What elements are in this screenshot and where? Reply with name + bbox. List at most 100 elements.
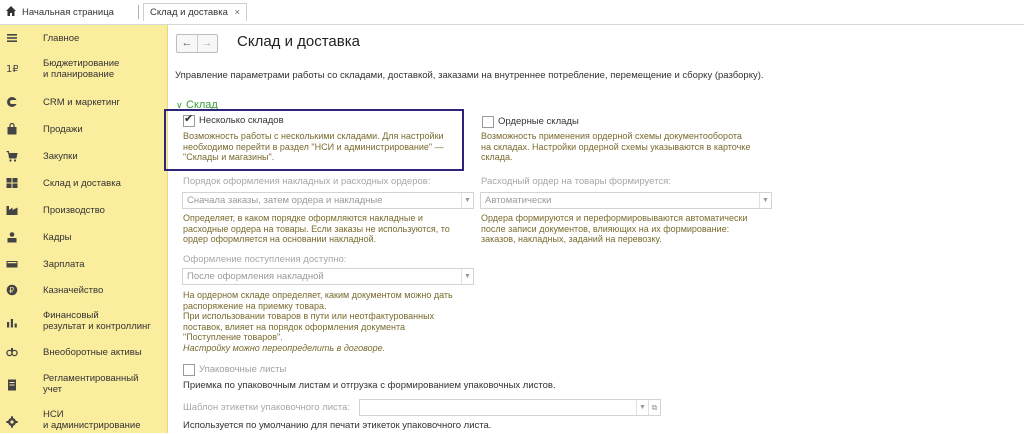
bag-icon bbox=[7, 123, 17, 135]
hint-line: При использовании товаров в пути или нео… bbox=[183, 311, 435, 321]
hint-line: "Поступление товаров". bbox=[183, 332, 283, 342]
forward-arrow-icon[interactable]: → bbox=[197, 35, 217, 52]
packing-lists-hint: Приемка по упаковочным листам и отгрузка… bbox=[183, 380, 556, 391]
hint-line: необходимо перейти в раздел "НСИ и админ… bbox=[183, 141, 444, 152]
order-procedure-value: Сначала заказы, затем ордера и накладные bbox=[187, 195, 383, 206]
sidebar-item-regulated-accounting[interactable]: Регламентированный учет bbox=[0, 370, 167, 398]
sidebar-item-hr[interactable]: Кадры bbox=[0, 228, 167, 248]
outgoing-order-label: Расходный ордер на товары формируется: bbox=[481, 176, 671, 187]
sidebar-item-crm[interactable]: CRM и маркетинг bbox=[0, 93, 167, 113]
sidebar-item-label: Кадры bbox=[43, 232, 72, 243]
label-template-label: Шаблон этикетки упаковочного листа: bbox=[183, 402, 350, 413]
page-description: Управление параметрами работы со складам… bbox=[175, 70, 764, 81]
sidebar-item-purchases[interactable]: Закупки bbox=[0, 147, 167, 167]
order-procedure-select[interactable]: Сначала заказы, затем ордера и накладные… bbox=[182, 192, 474, 209]
cart-icon bbox=[6, 151, 18, 162]
receipt-hint-italic: Настройку можно переопределить в договор… bbox=[183, 342, 386, 353]
sidebar-item-label: Склад и доставка bbox=[43, 178, 121, 189]
dropdown-arrow-icon[interactable]: ▼ bbox=[759, 193, 771, 208]
sidebar: Главное 1₽ Бюджетирование и планирование… bbox=[0, 25, 168, 433]
multi-warehouse-hint: Возможность работы с несколькими складам… bbox=[183, 131, 444, 163]
svg-text:1₽: 1₽ bbox=[6, 64, 18, 74]
packing-lists-label: Упаковочные листы bbox=[199, 364, 287, 375]
sidebar-item-label: Закупки bbox=[43, 151, 78, 162]
order-procedure-hint: Определяет, в каком порядке оформляются … bbox=[183, 213, 450, 245]
sidebar-item-nsi-admin[interactable]: НСИ и администрирование bbox=[0, 406, 167, 434]
sidebar-item-label: Казначейство bbox=[43, 285, 104, 296]
sidebar-item-label: Финансовый результат и контроллинг bbox=[43, 310, 151, 332]
order-warehouse-label: Ордерные склады bbox=[498, 116, 579, 127]
multi-warehouse-label: Несколько складов bbox=[199, 115, 284, 126]
dropdown-arrow-icon[interactable]: ▼ bbox=[461, 269, 473, 284]
dropdown-arrow-icon[interactable]: ▼ bbox=[461, 193, 473, 208]
crm-icon bbox=[7, 97, 18, 107]
sidebar-item-budgeting[interactable]: 1₽ Бюджетирование и планирование bbox=[0, 54, 167, 82]
sidebar-item-fixed-assets[interactable]: Внеоборотные активы bbox=[0, 343, 167, 363]
hint-line: Возможность работы с несколькими складам… bbox=[183, 131, 444, 141]
outgoing-order-select[interactable]: Автоматически ▼ bbox=[480, 192, 772, 209]
svg-text:₽: ₽ bbox=[9, 286, 14, 295]
hint-line: Ордера формируются и переформировываются… bbox=[481, 213, 748, 223]
multi-warehouse-checkbox[interactable]: ✔ bbox=[183, 113, 195, 127]
back-arrow-icon[interactable]: ← bbox=[177, 35, 198, 52]
hint-line: Возможность применения ордерной схемы до… bbox=[481, 131, 742, 141]
home-icon[interactable] bbox=[5, 5, 17, 17]
sidebar-item-label-line1: Бюджетирование bbox=[43, 58, 120, 69]
sidebar-item-main[interactable]: Главное bbox=[0, 29, 167, 49]
receipt-select[interactable]: После оформления накладной ▼ bbox=[182, 268, 474, 285]
sidebar-item-salary[interactable]: Зарплата bbox=[0, 255, 167, 275]
dropdown-arrow-icon[interactable]: ▼ bbox=[636, 400, 648, 415]
hint-line: На ордерном складе определяет, каким док… bbox=[183, 290, 453, 300]
outgoing-order-value: Автоматически bbox=[485, 195, 552, 206]
hint-line: ордер оформляется на основании накладной… bbox=[183, 234, 377, 244]
sidebar-item-label-line1: НСИ bbox=[43, 409, 64, 420]
budget-icon: 1₽ bbox=[6, 64, 18, 74]
checkmark-icon: ✔ bbox=[184, 113, 194, 125]
tab-home[interactable]: Начальная страница bbox=[22, 7, 114, 18]
receipt-hint: На ордерном складе определяет, каким док… bbox=[183, 290, 453, 353]
sidebar-item-label: Производство bbox=[43, 205, 105, 216]
tab-warehouse-delivery[interactable]: Склад и доставка × bbox=[143, 3, 248, 21]
receipt-value: После оформления накладной bbox=[187, 271, 324, 282]
hint-line: "Склады и магазины". bbox=[183, 152, 275, 162]
sidebar-item-label-line2: результат и контроллинг bbox=[43, 321, 151, 332]
sidebar-item-label-line2: и администрирование bbox=[43, 420, 141, 431]
hint-line: распоряжение на приемку товара. bbox=[183, 300, 327, 311]
sidebar-item-label: Главное bbox=[43, 33, 80, 44]
open-link-icon[interactable]: ⧉ bbox=[648, 400, 660, 415]
sidebar-item-sales[interactable]: Продажи bbox=[0, 120, 167, 140]
sidebar-item-label-line1: Финансовый bbox=[43, 310, 99, 321]
tab-close-icon[interactable]: × bbox=[235, 7, 241, 18]
sidebar-item-label: Бюджетирование и планирование bbox=[43, 58, 119, 80]
tab-warehouse-delivery-label: Склад и доставка bbox=[150, 7, 228, 18]
chart-icon bbox=[7, 319, 17, 328]
treasury-icon: ₽ bbox=[6, 284, 18, 296]
assets-icon bbox=[6, 348, 18, 357]
document-icon bbox=[8, 379, 16, 391]
hint-line: после записи документов, влияющих на их … bbox=[481, 223, 730, 234]
packing-lists-checkbox[interactable] bbox=[183, 364, 195, 376]
sidebar-item-treasury[interactable]: ₽ Казначейство bbox=[0, 281, 167, 301]
sidebar-item-label: НСИ и администрирование bbox=[43, 409, 140, 431]
sidebar-item-financial-result[interactable]: Финансовый результат и контроллинг bbox=[0, 307, 167, 335]
label-template-select[interactable]: ▼ ⧉ bbox=[359, 399, 661, 416]
sidebar-item-label-line2: учет bbox=[43, 384, 63, 395]
sidebar-item-production[interactable]: Производство bbox=[0, 201, 167, 221]
hint-line: Определяет, в каком порядке оформляются … bbox=[183, 213, 423, 223]
gear-icon bbox=[6, 416, 18, 428]
sidebar-item-warehouse[interactable]: Склад и доставка bbox=[0, 174, 167, 194]
order-procedure-label: Порядок оформления накладных и расходных… bbox=[183, 176, 431, 187]
order-warehouse-checkbox[interactable] bbox=[482, 116, 494, 128]
tab-bar: Начальная страница Склад и доставка × bbox=[0, 0, 1024, 25]
hint-line: заказов, накладных, заданий на перевозку… bbox=[481, 234, 662, 244]
warehouse-icon bbox=[6, 178, 18, 188]
money-icon bbox=[6, 261, 18, 268]
sidebar-item-label-line2: и планирование bbox=[43, 69, 115, 80]
history-nav: ← → bbox=[176, 34, 218, 53]
factory-icon bbox=[6, 206, 18, 215]
sidebar-item-label: Регламентированный учет bbox=[43, 373, 138, 395]
hint-line: расходные ордера на товары. Если заказы … bbox=[183, 223, 450, 234]
order-warehouse-hint: Возможность применения ордерной схемы до… bbox=[481, 131, 750, 163]
sidebar-item-label: Продажи bbox=[43, 124, 83, 135]
page-title: Склад и доставка bbox=[237, 33, 360, 50]
